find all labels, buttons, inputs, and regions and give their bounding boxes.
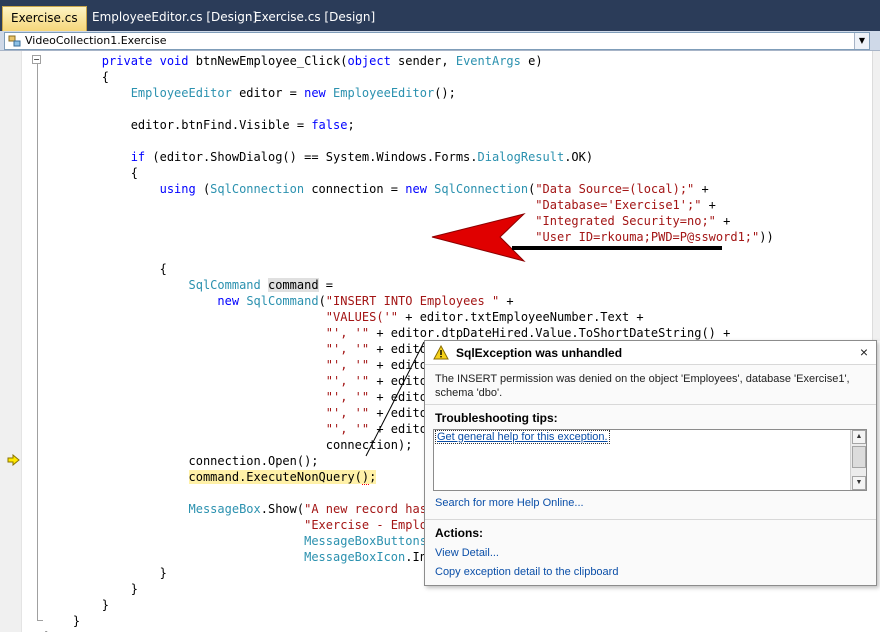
general-help-link[interactable]: Get general help for this exception. [435, 430, 610, 444]
troubleshooting-heading: Troubleshooting tips: [435, 411, 558, 425]
outline-guide-end [37, 620, 43, 621]
code-line: } [44, 598, 110, 612]
document-tab-strip: Exercise.cs EmployeeEditor.cs [Design] E… [0, 0, 880, 31]
warning-icon [433, 345, 449, 360]
code-line: "VALUES('" + editor.txtEmployeeNumber.Te… [325, 310, 644, 324]
exception-title: SqlException was unhandled [456, 346, 623, 360]
chevron-down-icon[interactable]: ▼ [854, 33, 869, 49]
scroll-down-arrow-icon[interactable]: ▼ [852, 476, 866, 490]
code-line: "Integrated Security=no;" + [535, 214, 731, 228]
code-line: { [44, 262, 167, 276]
view-detail-link[interactable]: View Detail... [435, 547, 499, 559]
divider [425, 519, 876, 520]
scroll-up-arrow-icon[interactable]: ▲ [852, 430, 866, 444]
actions-heading: Actions: [435, 526, 483, 540]
indicator-margin [0, 51, 22, 632]
tab-employeeeditor-design[interactable]: EmployeeEditor.cs [Design] [84, 6, 265, 31]
code-line: new SqlCommand("INSERT INTO Employees " … [217, 294, 514, 308]
exception-message: The INSERT permission was denied on the … [435, 373, 850, 399]
exception-header: SqlException was unhandled × [425, 341, 876, 365]
outline-guide [37, 61, 38, 621]
code-line: "Database='Exercise1';" + [535, 198, 716, 212]
code-line: editor.btnFind.Visible = false; [44, 118, 355, 132]
code-line: "', '" + editor.dtpDateHired.Value.ToSho… [325, 326, 731, 340]
code-line: "User ID=rkouma;PWD=P@ssword1;")) [535, 230, 774, 244]
copy-exception-link[interactable]: Copy exception detail to the clipboard [435, 566, 618, 578]
code-line: if (editor.ShowDialog() == System.Window… [130, 150, 594, 164]
tips-scrollbar[interactable]: ▲ ▼ [850, 430, 866, 490]
code-line: private void btnNewEmployee_Click(object… [101, 54, 543, 68]
code-line: SqlCommand command = [188, 278, 334, 292]
collapse-toggle[interactable]: − [32, 55, 41, 64]
troubleshooting-tips-list[interactable]: Get general help for this exception. ▲ ▼ [433, 429, 867, 491]
code-line: { [44, 166, 138, 180]
divider [425, 404, 876, 405]
exception-assistant-popup: SqlException was unhandled × The INSERT … [424, 340, 877, 586]
editor-scrollbar[interactable] [872, 51, 880, 341]
close-icon[interactable]: × [860, 344, 868, 360]
scroll-thumb[interactable] [852, 446, 866, 468]
search-help-online-link[interactable]: Search for more Help Online... [435, 497, 584, 509]
code-line: EmployeeEditor editor = new EmployeeEdit… [130, 86, 456, 100]
navigation-bar: VideoCollection1.Exercise ▼ [0, 31, 880, 51]
current-statement-arrow-icon [7, 454, 20, 466]
class-icon [8, 35, 21, 47]
code-line: } [44, 614, 81, 628]
type-selector-value: VideoCollection1.Exercise [25, 34, 167, 47]
tab-exercise-cs[interactable]: Exercise.cs [2, 6, 87, 31]
code-line: { [44, 70, 110, 84]
code-line: using (SqlConnection connection = new Sq… [159, 182, 709, 196]
type-selector-dropdown[interactable]: VideoCollection1.Exercise ▼ [4, 32, 870, 50]
tab-exercise-design[interactable]: Exercise.cs [Design] [246, 6, 383, 31]
